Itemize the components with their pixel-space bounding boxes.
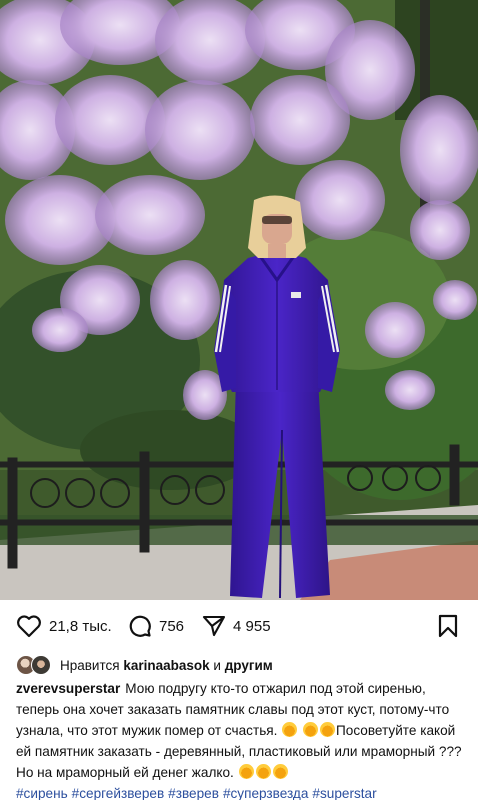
liker-username[interactable]: karinaabasok [123, 658, 209, 673]
caption-username[interactable]: zverevsuperstar [16, 681, 120, 696]
rofl-emoji-icon [238, 764, 254, 779]
comment-button[interactable]: 756 [128, 614, 184, 638]
grin-sweat-emoji-icon [320, 722, 335, 737]
comment-count: 756 [159, 617, 185, 635]
post-photo[interactable] [0, 0, 478, 600]
rofl-emoji-icon [303, 722, 318, 737]
send-icon [202, 615, 226, 637]
likes-prefix: Нравится [60, 657, 120, 673]
heart-icon [17, 615, 41, 638]
avatar [31, 655, 51, 675]
rofl-emoji-icon [282, 722, 298, 737]
rofl-emoji-icon [272, 764, 288, 779]
hashtag-link[interactable]: #superstar [312, 786, 376, 800]
photo-lilac-bush-person [0, 0, 478, 600]
bookmark-icon [438, 614, 458, 638]
likes-others-link[interactable]: другим [225, 658, 273, 673]
hashtag-link[interactable]: #сирень [16, 786, 68, 800]
hashtag-link[interactable]: #суперзвезда [223, 786, 308, 800]
hashtag-link[interactable]: #зверев [168, 786, 219, 800]
hashtag-link[interactable]: #сергейзверев [72, 786, 165, 800]
likes-and: и [213, 657, 221, 673]
save-button[interactable] [438, 614, 458, 638]
likes-summary: Нравится karinaabasok и другим [16, 654, 273, 676]
liker-avatars[interactable] [16, 655, 54, 675]
share-count: 4 955 [233, 617, 271, 635]
rofl-emoji-icon [255, 764, 271, 779]
share-button[interactable]: 4 955 [202, 614, 271, 638]
like-button[interactable]: 21,8 тыс. [16, 614, 112, 638]
action-bar: 21,8 тыс. 756 4 955 [0, 600, 478, 652]
like-count: 21,8 тыс. [49, 617, 112, 635]
comment-icon [129, 615, 151, 637]
post-caption: zverevsuperstar Мою подругу кто-то отжари… [16, 678, 468, 800]
